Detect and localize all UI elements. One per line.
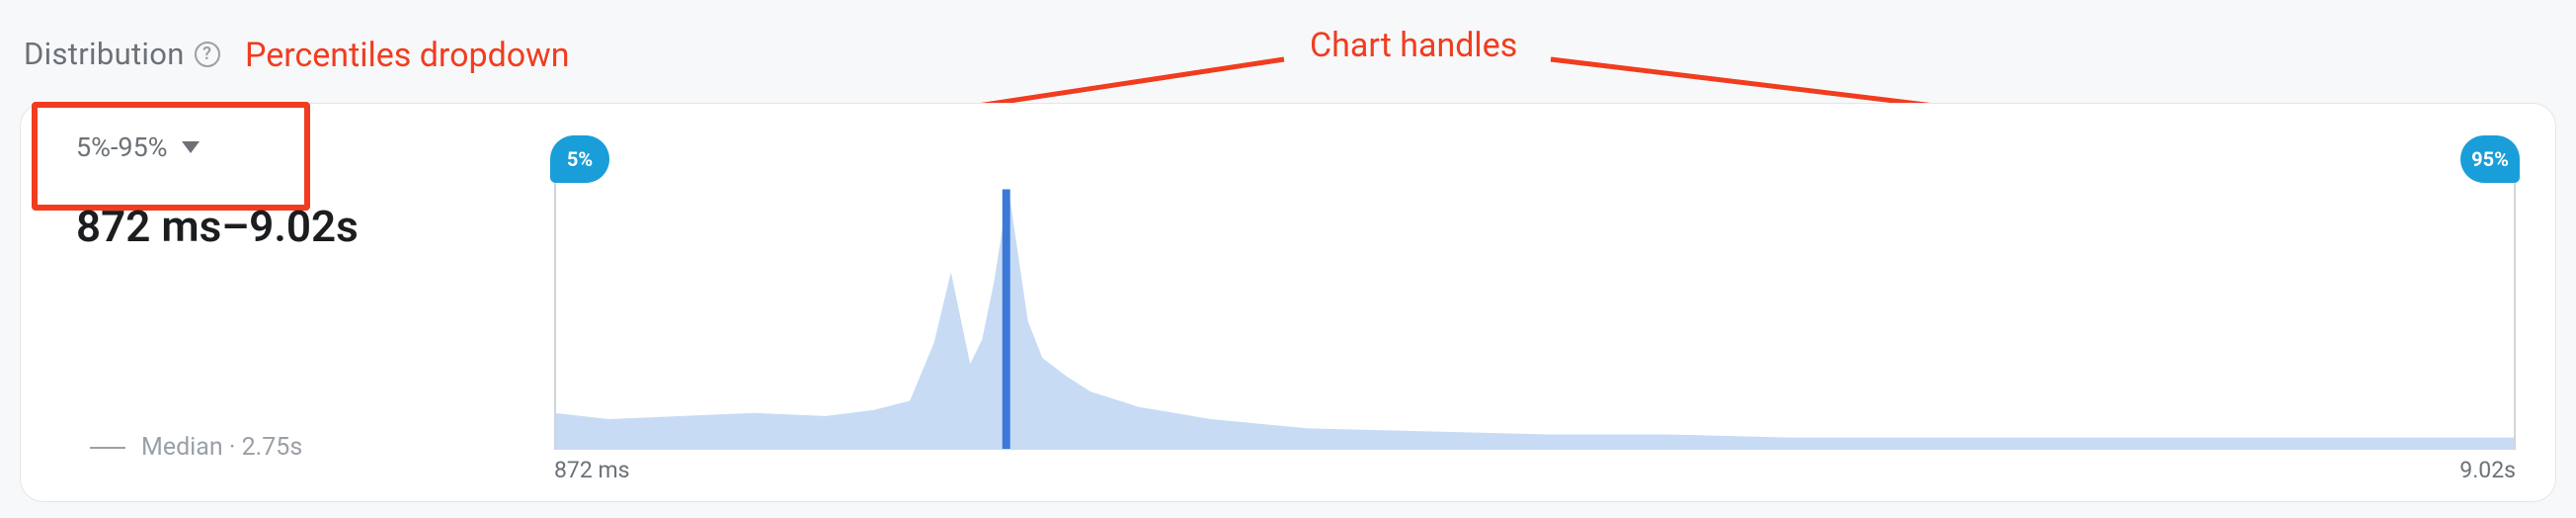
- median-swatch-icon: [90, 447, 125, 449]
- handle-line-left: [554, 183, 556, 450]
- percentiles-dropdown-label: 5%-95%: [76, 131, 168, 163]
- section-title: Distribution ?: [24, 36, 220, 72]
- help-icon[interactable]: ?: [195, 42, 220, 67]
- distribution-chart[interactable]: 5% 95% 872 ms 9.02s: [554, 143, 2516, 450]
- distribution-card: 5%-95% 872 ms–9.02s Median · 2.75s 5% 95…: [20, 103, 2556, 502]
- percentiles-dropdown[interactable]: 5%-95%: [60, 126, 211, 169]
- x-axis-label-low: 872 ms: [554, 457, 630, 483]
- chart-handle-right[interactable]: 95%: [2460, 135, 2520, 183]
- median-legend: Median · 2.75s: [90, 433, 302, 462]
- x-axis-label-high: 9.02s: [2459, 457, 2516, 483]
- chart-handle-left[interactable]: 5%: [550, 135, 609, 183]
- chevron-down-icon: [182, 141, 200, 153]
- range-display: 872 ms–9.02s: [76, 201, 359, 252]
- handle-line-right: [2514, 183, 2516, 450]
- distribution-chart-svg: [554, 143, 2516, 450]
- median-legend-text: Median · 2.75s: [141, 433, 302, 462]
- section-title-text: Distribution: [24, 36, 185, 72]
